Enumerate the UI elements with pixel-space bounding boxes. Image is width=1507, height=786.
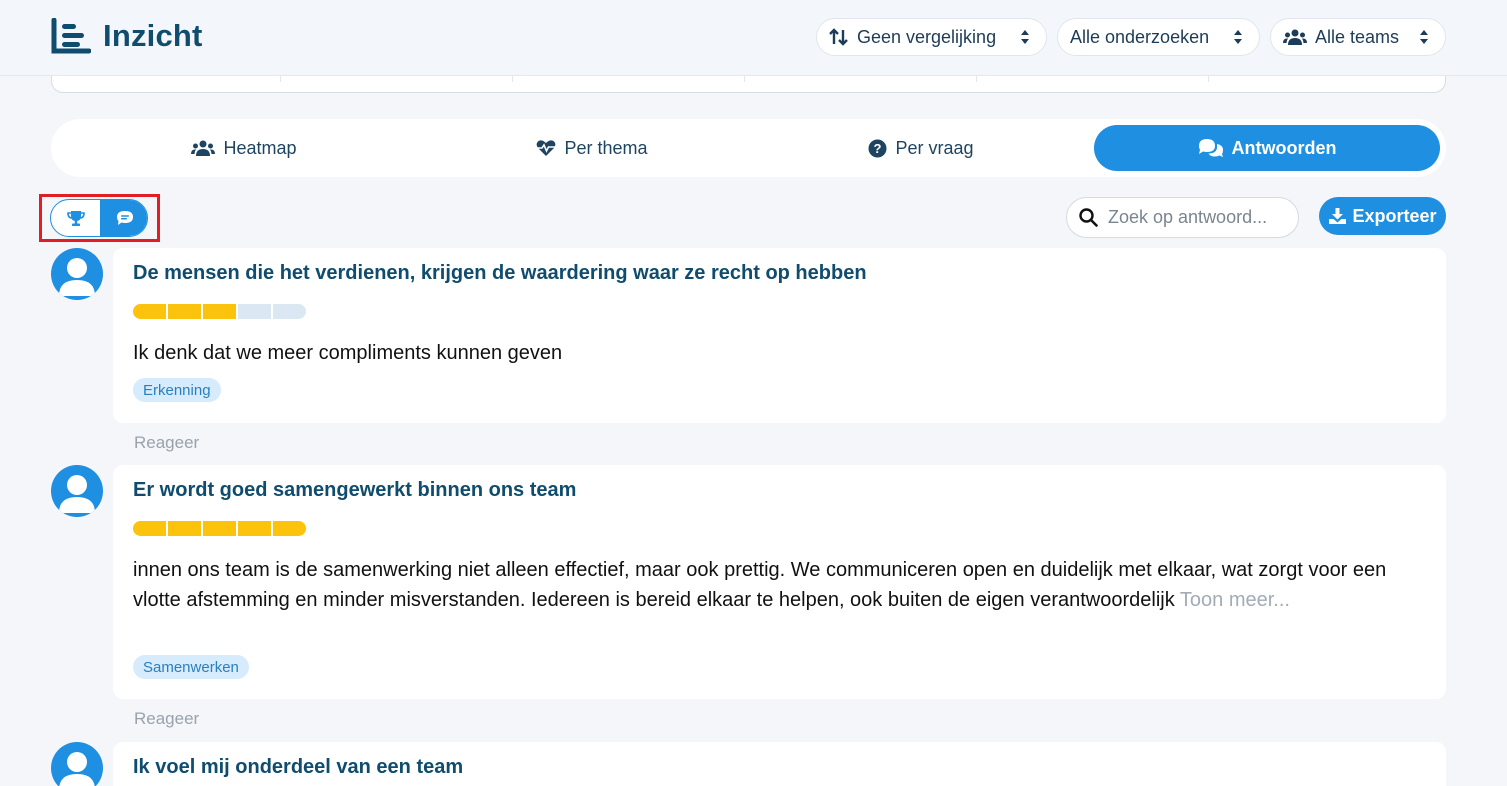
show-more-link[interactable]: Toon meer... <box>1180 589 1290 611</box>
answer-card: De mensen die het verdienen, krijgen de … <box>113 248 1446 423</box>
top-header: Inzicht Geen vergelijking Alle onderzoek… <box>0 0 1507 76</box>
download-icon <box>1329 208 1347 224</box>
theme-tag[interactable]: Erkenning <box>133 378 221 402</box>
rating-segment <box>238 304 271 319</box>
rating-bar <box>133 521 306 536</box>
avatar <box>51 465 103 517</box>
answer-text: innen ons team is de samenwerking niet a… <box>133 555 1413 615</box>
view-toggle <box>50 199 148 237</box>
answer-card: Ik voel mij onderdeel van een team <box>113 742 1446 786</box>
select-caret-icon <box>1021 30 1029 44</box>
team-select[interactable]: Alle teams <box>1270 18 1446 56</box>
survey-select-value: Alle onderzoeken <box>1070 26 1210 47</box>
rating-segment <box>168 521 201 536</box>
answer-text: Ik denk dat we meer compliments kunnen g… <box>133 342 563 364</box>
tab-label: Antwoorden <box>1231 137 1337 158</box>
team-select-value: Alle teams <box>1315 26 1400 47</box>
comments-icon <box>1198 139 1223 157</box>
tab-label: Per thema <box>564 137 648 158</box>
search-icon <box>1079 208 1098 227</box>
user-icon <box>59 752 95 786</box>
question-circle-icon: ? <box>868 139 887 157</box>
answer-card: Er wordt goed samengewerkt binnen ons te… <box>113 465 1446 699</box>
users-icon <box>191 140 216 156</box>
tab-per-thema[interactable]: Per thema <box>399 125 785 171</box>
rating-bar <box>133 304 306 319</box>
tab-label: Heatmap <box>223 137 297 158</box>
export-label: Exporteer <box>1352 205 1437 226</box>
rating-segment <box>168 304 201 319</box>
answer-search[interactable] <box>1066 197 1299 238</box>
rating-segment <box>133 304 166 319</box>
export-button[interactable]: Exporteer <box>1319 197 1446 235</box>
tab-heatmap[interactable]: Heatmap <box>51 125 437 171</box>
comparison-select-value: Geen vergelijking <box>857 26 997 47</box>
avatar <box>51 742 103 786</box>
rating-segment <box>273 304 306 319</box>
reply-link[interactable]: Reageer <box>134 709 199 729</box>
user-icon <box>59 475 95 513</box>
view-tabs: Heatmap Per thema ? Per vraag Antwoorden <box>51 119 1446 177</box>
rating-segment <box>238 521 271 536</box>
toggle-comment[interactable] <box>100 200 147 236</box>
reply-link[interactable]: Reageer <box>134 433 199 453</box>
avatar <box>51 248 103 300</box>
users-icon <box>1283 29 1307 45</box>
question-title: De mensen die het verdienen, krijgen de … <box>133 262 867 284</box>
user-icon <box>59 258 95 296</box>
search-input[interactable] <box>1108 207 1288 228</box>
theme-tag[interactable]: Samenwerken <box>133 655 249 679</box>
rating-segment <box>203 304 236 319</box>
survey-select[interactable]: Alle onderzoeken <box>1057 18 1260 56</box>
select-caret-icon <box>1234 30 1242 44</box>
app-title: Inzicht <box>103 18 203 53</box>
rating-segment <box>133 521 166 536</box>
select-caret-icon <box>1420 30 1428 44</box>
sort-arrows-icon <box>829 28 848 46</box>
tab-label: Per vraag <box>895 137 974 158</box>
logo-icon <box>51 18 91 54</box>
comparison-select[interactable]: Geen vergelijking <box>816 18 1047 56</box>
app-logo[interactable]: Inzicht <box>51 18 203 54</box>
question-title: Ik voel mij onderdeel van een team <box>133 756 464 778</box>
tab-antwoorden[interactable]: Antwoorden <box>1094 125 1440 171</box>
svg-text:?: ? <box>874 141 882 156</box>
tab-per-vraag[interactable]: ? Per vraag <box>747 125 1095 171</box>
comment-icon <box>116 211 133 225</box>
rating-segment <box>203 521 236 536</box>
heart-pulse-icon <box>537 140 556 156</box>
rating-segment <box>273 521 306 536</box>
toggle-trophy[interactable] <box>51 200 100 236</box>
trophy-icon <box>66 210 85 226</box>
question-title: Er wordt goed samengewerkt binnen ons te… <box>133 479 577 501</box>
